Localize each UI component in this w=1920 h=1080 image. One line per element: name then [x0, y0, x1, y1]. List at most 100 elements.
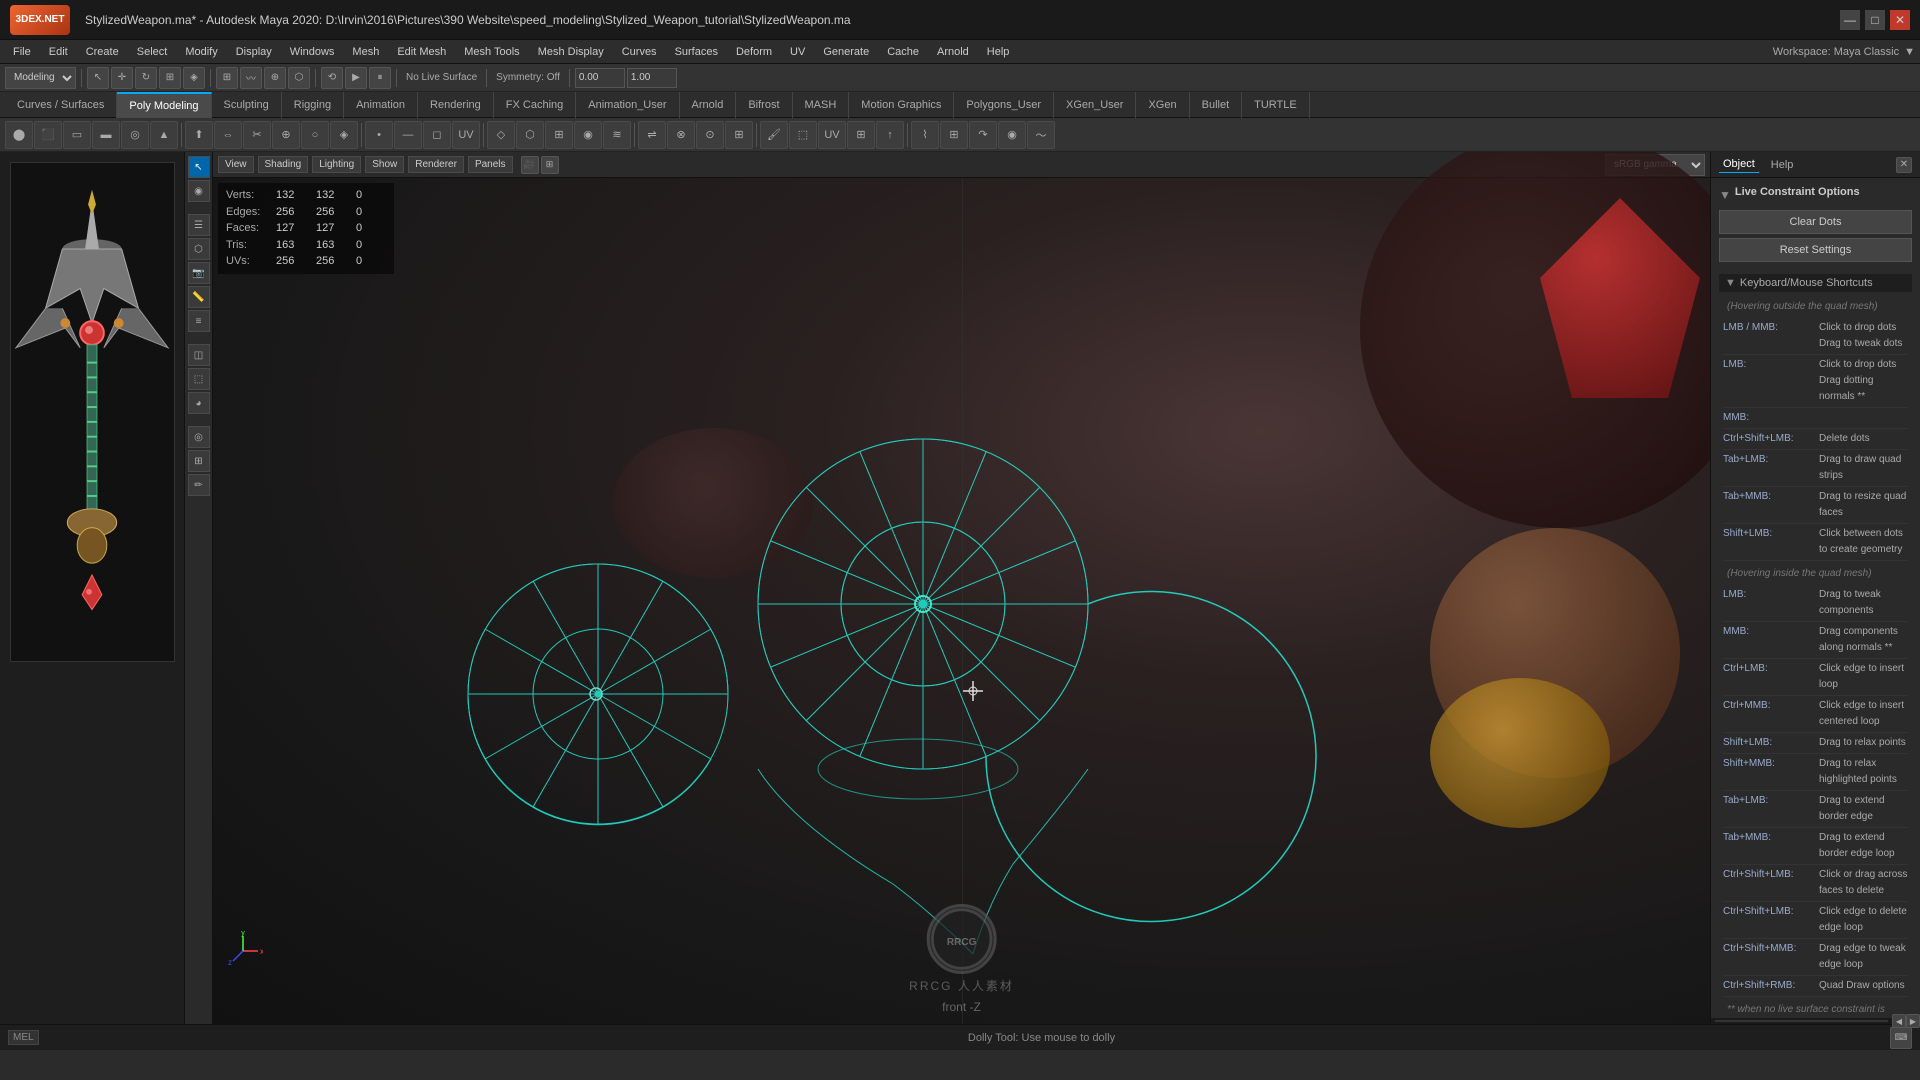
bevel-btn[interactable]: ◇ [487, 121, 515, 149]
poly-sphere-btn[interactable]: ⬤ [5, 121, 33, 149]
reset-settings-button[interactable]: Reset Settings [1719, 238, 1912, 262]
menu-edit-mesh[interactable]: Edit Mesh [389, 44, 454, 60]
menu-generate[interactable]: Generate [815, 44, 877, 60]
tab-animation-user[interactable]: Animation_User [576, 92, 679, 118]
minimize-button[interactable]: — [1840, 10, 1860, 30]
menu-create[interactable]: Create [78, 44, 127, 60]
show-menu-btn[interactable]: ☰ [188, 214, 210, 236]
tab-rendering[interactable]: Rendering [418, 92, 494, 118]
menu-file[interactable]: File [5, 44, 39, 60]
annotation-btn[interactable]: ✏ [188, 474, 210, 496]
lattice-btn[interactable]: ⊞ [940, 121, 968, 149]
isolate-btn[interactable]: ◎ [188, 426, 210, 448]
vp-grid-toggle[interactable]: ⊞ [541, 156, 559, 174]
tab-polygons-user[interactable]: Polygons_User [954, 92, 1054, 118]
status-script-btn[interactable]: ⌨ [1890, 1027, 1912, 1049]
menu-display[interactable]: Display [228, 44, 280, 60]
shortcuts-section-header[interactable]: ▼ Keyboard/Mouse Shortcuts [1719, 274, 1912, 292]
scale-tool-btn[interactable]: ⊞ [159, 67, 181, 89]
checker-btn[interactable]: ⊞ [847, 121, 875, 149]
vp-renderer-menu[interactable]: Renderer [408, 156, 464, 173]
uv-edit-btn[interactable]: UV [818, 121, 846, 149]
snap-grid-btn[interactable]: ⊞ [216, 67, 238, 89]
grid-btn[interactable]: ⊞ [188, 450, 210, 472]
mirror-btn[interactable]: ⇌ [638, 121, 666, 149]
menu-mesh[interactable]: Mesh [344, 44, 387, 60]
menu-uv[interactable]: UV [782, 44, 813, 60]
connect-btn[interactable]: ⊕ [272, 121, 300, 149]
select-mode-btn[interactable]: ↖ [188, 156, 210, 178]
history-btn[interactable]: ⟲ [321, 67, 343, 89]
vp-cam-btn[interactable]: 🎥 [521, 156, 539, 174]
menu-arnold[interactable]: Arnold [929, 44, 977, 60]
menu-help[interactable]: Help [979, 44, 1018, 60]
loop-btn[interactable]: ⬡ [516, 121, 544, 149]
clear-dots-button[interactable]: Clear Dots [1719, 210, 1912, 234]
rp-tab-help[interactable]: Help [1767, 157, 1798, 173]
menu-edit[interactable]: Edit [41, 44, 76, 60]
menu-deform[interactable]: Deform [728, 44, 780, 60]
xray-btn[interactable]: ◫ [188, 344, 210, 366]
view-cube-btn[interactable]: ⬡ [188, 238, 210, 260]
tab-bullet[interactable]: Bullet [1190, 92, 1243, 118]
combine-btn[interactable]: ⊗ [667, 121, 695, 149]
wireframe-btn[interactable]: ⬚ [188, 368, 210, 390]
poly-cylinder-btn[interactable]: ▭ [63, 121, 91, 149]
tab-turtle[interactable]: TURTLE [1242, 92, 1310, 118]
select-vert-btn[interactable]: • [365, 121, 393, 149]
tab-curves-surfaces[interactable]: Curves / Surfaces [5, 92, 117, 118]
paint-select-btn[interactable]: ◉ [188, 180, 210, 202]
deform-btn[interactable]: ⌇ [911, 121, 939, 149]
menu-select[interactable]: Select [129, 44, 176, 60]
bridge-btn[interactable]: ⇔ [214, 121, 242, 149]
value-input2[interactable] [627, 68, 677, 88]
texture-btn[interactable]: ⬚ [789, 121, 817, 149]
sculpt-btn[interactable]: ◉ [998, 121, 1026, 149]
maximize-button[interactable]: □ [1865, 10, 1885, 30]
boolean-btn[interactable]: ⊙ [696, 121, 724, 149]
smooth-btn[interactable]: ◉ [574, 121, 602, 149]
vp-view-menu[interactable]: View [218, 156, 254, 173]
menu-windows[interactable]: Windows [282, 44, 343, 60]
close-button[interactable]: ✕ [1890, 10, 1910, 30]
workspace-dropdown-icon[interactable]: ▼ [1904, 46, 1915, 58]
tab-animation[interactable]: Animation [344, 92, 418, 118]
relax-btn[interactable]: 〜 [1027, 121, 1055, 149]
duplicate-btn[interactable]: ⊞ [725, 121, 753, 149]
poly-cube-btn[interactable]: ⬛ [34, 121, 62, 149]
menu-surfaces[interactable]: Surfaces [667, 44, 726, 60]
display-layer-btn[interactable]: ≡ [188, 310, 210, 332]
measure-btn[interactable]: 📏 [188, 286, 210, 308]
snap-point-btn[interactable]: ⊕ [264, 67, 286, 89]
bend-btn[interactable]: ↷ [969, 121, 997, 149]
vp-lighting-menu[interactable]: Lighting [312, 156, 361, 173]
viewport-canvas[interactable]: Verts: 132 132 0 Edges: 256 256 0 Faces:… [213, 178, 1710, 1024]
playback-btn[interactable]: ▶ [345, 67, 367, 89]
value-input1[interactable] [575, 68, 625, 88]
menu-curves[interactable]: Curves [614, 44, 665, 60]
paint-btn[interactable]: 🖌 [760, 121, 788, 149]
vp-panels-menu[interactable]: Panels [468, 156, 513, 173]
select-face-btn[interactable]: ◻ [423, 121, 451, 149]
rotate-tool-btn[interactable]: ↻ [135, 67, 157, 89]
tab-bifrost[interactable]: Bifrost [736, 92, 792, 118]
tab-xgen-user[interactable]: XGen_User [1054, 92, 1136, 118]
menu-mesh-tools[interactable]: Mesh Tools [456, 44, 527, 60]
universal-tool-btn[interactable]: ◈ [183, 67, 205, 89]
tab-sculpting[interactable]: Sculpting [212, 92, 282, 118]
right-panel-scroll[interactable]: ▼ Live Constraint Options Clear Dots Res… [1711, 178, 1920, 1018]
snap-curve-btn[interactable]: 〰 [240, 67, 262, 89]
move-tool-btn[interactable]: ✛ [111, 67, 133, 89]
tab-arnold[interactable]: Arnold [680, 92, 737, 118]
mel-badge[interactable]: MEL [8, 1030, 39, 1045]
menu-modify[interactable]: Modify [177, 44, 225, 60]
vp-shading-menu[interactable]: Shading [258, 156, 309, 173]
normals-btn[interactable]: ↑ [876, 121, 904, 149]
crease-btn[interactable]: ≋ [603, 121, 631, 149]
pause-btn[interactable]: ⏸ [369, 67, 391, 89]
offset-btn[interactable]: ⊞ [545, 121, 573, 149]
mode-select[interactable]: Modeling [5, 67, 76, 89]
rp-tab-object[interactable]: Object [1719, 156, 1759, 173]
multi-cut-btn[interactable]: ✂ [243, 121, 271, 149]
tab-rigging[interactable]: Rigging [282, 92, 344, 118]
